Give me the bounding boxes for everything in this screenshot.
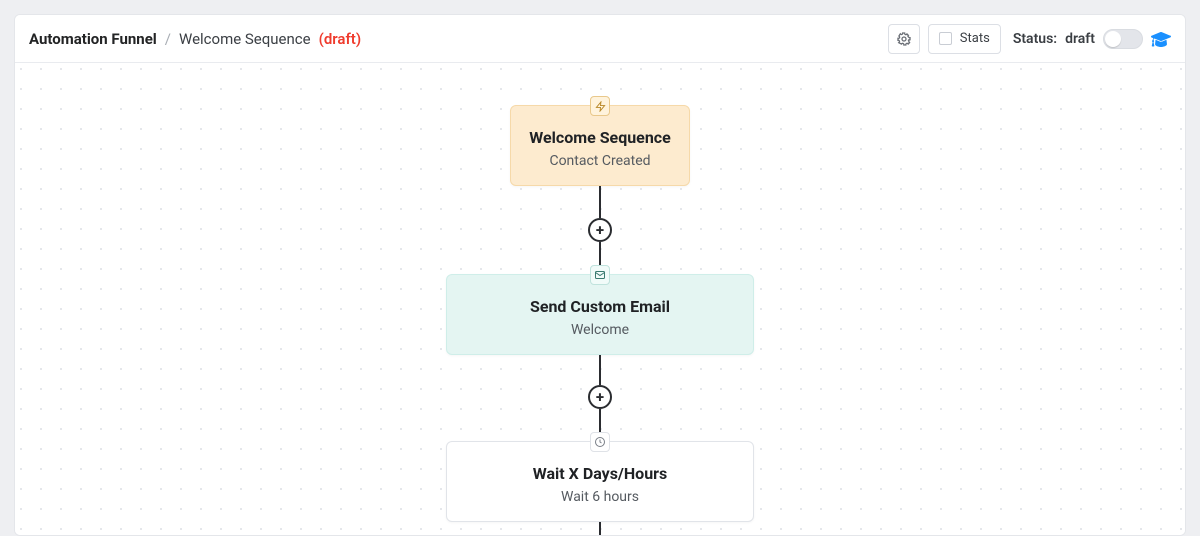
stats-checkbox[interactable]: [939, 32, 952, 45]
gear-icon: [896, 31, 912, 47]
wait-node[interactable]: Wait X Days/Hours Wait 6 hours: [446, 441, 754, 522]
breadcrumb-separator: /: [165, 30, 171, 48]
trigger-title: Welcome Sequence: [527, 128, 673, 147]
trigger-subtitle: Contact Created: [527, 153, 673, 169]
header-bar: Automation Funnel / Welcome Sequence (dr…: [15, 15, 1185, 63]
connector-line: [599, 186, 601, 218]
flow-column: Welcome Sequence Contact Created + Send …: [446, 105, 754, 535]
breadcrumb-funnel-name[interactable]: Welcome Sequence: [179, 30, 311, 48]
connector-line: [599, 355, 601, 385]
status-value: draft: [1065, 31, 1095, 47]
toggle-knob: [1105, 31, 1121, 47]
wait-subtitle: Wait 6 hours: [463, 489, 737, 505]
bolt-icon: [590, 96, 610, 116]
help-button[interactable]: [1151, 29, 1171, 49]
trigger-node[interactable]: Welcome Sequence Contact Created: [510, 105, 690, 186]
breadcrumb-draft-badge: (draft): [319, 30, 362, 48]
flow-canvas[interactable]: Welcome Sequence Contact Created + Send …: [15, 63, 1185, 535]
breadcrumb-root[interactable]: Automation Funnel: [29, 30, 157, 48]
add-step-button[interactable]: +: [588, 385, 612, 409]
mail-icon: [590, 265, 610, 285]
status-display: Status: draft: [1013, 29, 1143, 49]
settings-button[interactable]: [888, 24, 920, 54]
wait-title: Wait X Days/Hours: [463, 464, 737, 483]
status-prefix: Status:: [1013, 31, 1057, 47]
add-step-button[interactable]: +: [588, 218, 612, 242]
graduation-cap-icon: [1151, 29, 1171, 49]
email-title: Send Custom Email: [463, 297, 737, 316]
app-root: Automation Funnel / Welcome Sequence (dr…: [0, 0, 1200, 536]
send-email-node[interactable]: Send Custom Email Welcome: [446, 274, 754, 355]
stats-label: Stats: [960, 31, 990, 46]
header-actions: Stats Status: draft: [888, 24, 1171, 54]
breadcrumb: Automation Funnel / Welcome Sequence (dr…: [29, 30, 361, 48]
clock-icon: [590, 432, 610, 452]
status-toggle[interactable]: [1103, 29, 1143, 49]
editor-panel: Automation Funnel / Welcome Sequence (dr…: [14, 14, 1186, 536]
stats-button[interactable]: Stats: [928, 24, 1001, 54]
connector-line: [599, 522, 601, 535]
email-subtitle: Welcome: [463, 322, 737, 338]
